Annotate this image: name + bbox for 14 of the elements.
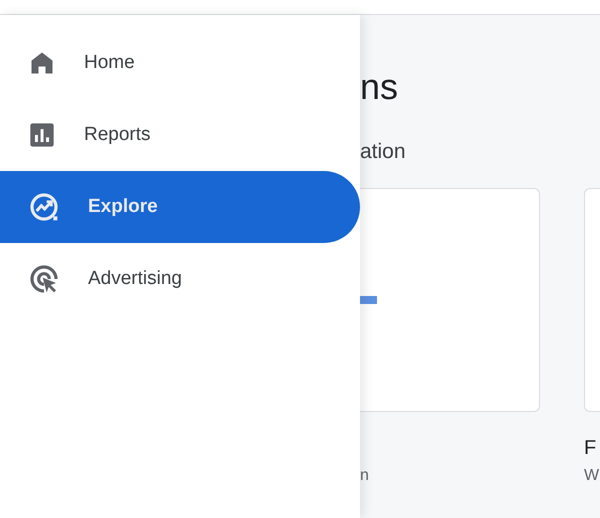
nav-item[interactable]: Explore (0, 171, 360, 243)
trend-chart-icon (28, 191, 60, 223)
chart-strip (360, 296, 377, 304)
page-title: ns (360, 65, 400, 109)
nav-item[interactable]: Home (0, 27, 360, 99)
card-description: n (360, 466, 370, 486)
card-description: W (584, 466, 600, 486)
target-cursor-icon (28, 263, 60, 295)
card[interactable] (360, 188, 540, 412)
bar-chart-icon (28, 121, 56, 149)
section-title: ation (360, 139, 407, 165)
nav-item[interactable]: Reports (0, 99, 360, 171)
nav-item[interactable]: Advertising (0, 243, 360, 315)
card-title: F (584, 436, 598, 460)
